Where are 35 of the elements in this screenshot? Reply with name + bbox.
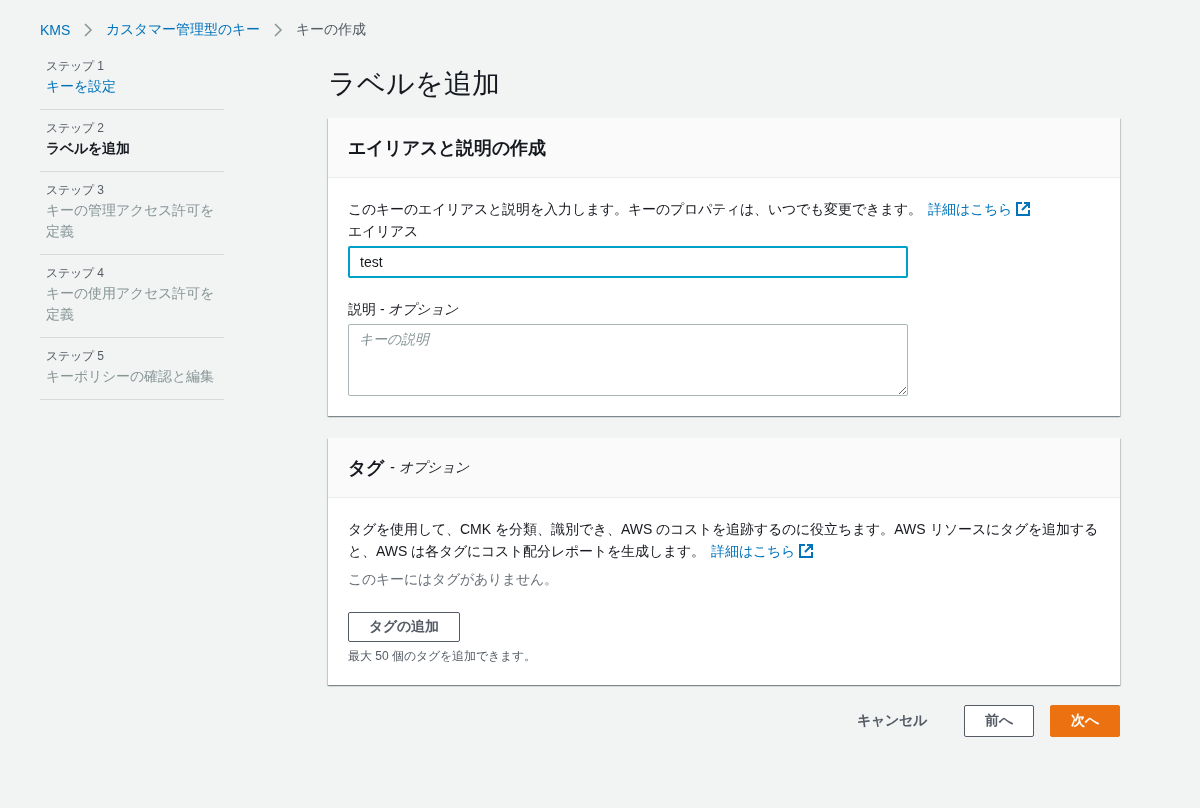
chevron-right-icon — [82, 23, 95, 37]
step-label: キーポリシーの確認と編集 — [46, 367, 215, 386]
page-location-text: キーの作成 — [296, 21, 367, 39]
tag-limit-hint: 最大 50 個のタグを追加できます。 — [348, 648, 537, 665]
previous-button[interactable]: 前へ — [964, 705, 1034, 737]
panel-description: タグを使用して、CMK を分類、識別でき、AWS のコストを追跡するのに役立ちます。AWS リソースにタグを追加すると、AWS は各タグにコスト配分レポートを生成します。 詳細はこちら — [348, 520, 1099, 561]
panel-title: タグ — [348, 456, 384, 480]
step-label[interactable]: キーを設定 — [46, 76, 218, 97]
step-label: キーの使用アクセス許可を定義 — [46, 284, 215, 324]
field-label: 説明 - オプション — [348, 300, 460, 319]
cancel-button[interactable]: キャンセル — [836, 705, 948, 737]
step-number: ステップ 2 — [46, 120, 105, 136]
panel-title: エイリアスと説明の作成 — [348, 136, 546, 160]
page-title: ラベルを追加 — [328, 67, 501, 101]
description-input-field[interactable]: キーの説明 — [348, 324, 908, 396]
breadcrumb-link[interactable]: KMS — [40, 22, 71, 38]
empty-tags-message: このキーにはタグがありません。 — [348, 570, 559, 589]
optional-label: - オプション — [390, 458, 469, 477]
learn-more-link[interactable]: 詳細はこちら — [711, 543, 814, 559]
next-button[interactable]: 次へ — [1050, 705, 1120, 737]
field-label: エイリアス — [348, 222, 419, 241]
external-link-icon — [1016, 202, 1030, 216]
step-label[interactable]: ラベルを追加 — [46, 138, 218, 159]
external-link-icon — [799, 544, 814, 558]
chevron-right-icon — [272, 23, 285, 37]
add-tag-button[interactable]: タグの追加 — [348, 612, 460, 642]
step-number: ステップ 5 — [46, 348, 105, 364]
step-number: ステップ 4 — [46, 265, 105, 281]
step-number: ステップ 3 — [46, 182, 105, 198]
alias-input-field[interactable]: test — [348, 246, 908, 278]
step-label: キーの管理アクセス許可を定義 — [46, 201, 215, 241]
step-number: ステップ 1 — [46, 58, 105, 74]
breadcrumb-link[interactable]: カスタマー管理型のキー — [106, 21, 261, 39]
learn-more-link[interactable]: 詳細はこちら — [928, 201, 1030, 217]
panel-description: このキーのエイリアスと説明を入力します。キーのプロパティは、いつでも変更できます。 詳細はこちら — [348, 198, 1100, 220]
